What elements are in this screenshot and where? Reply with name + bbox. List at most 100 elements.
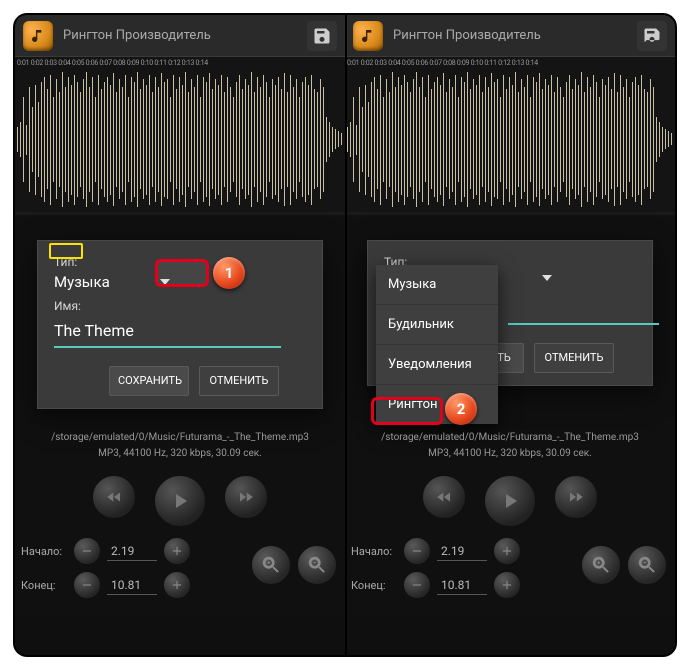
name-label: Имя:: [54, 299, 306, 313]
dropdown-opt-alarm[interactable]: Будильник: [376, 305, 498, 345]
screenshot-right: Рингтон Производитель 0:01 0:02 0:03 0:0…: [345, 15, 675, 655]
app-topbar: Рингтон Производитель: [15, 15, 345, 57]
waveform-graphic: [15, 67, 345, 212]
zoom-in-icon: [260, 554, 282, 576]
type-label: Тип:: [54, 255, 306, 269]
minus-icon: [80, 578, 94, 592]
play-icon: [168, 489, 192, 513]
rewind-icon: [434, 488, 454, 506]
screenshot-left: Рингтон Производитель 0:01 0:02 0:03 0:0…: [15, 15, 345, 655]
file-path: /storage/emulated/0/Music/Futurama_-_The…: [15, 430, 345, 446]
trim-start-row: Начало: 2.19: [21, 537, 191, 565]
file-info: /storage/emulated/0/Music/Futurama_-_The…: [345, 430, 675, 462]
zoom-controls: [251, 545, 337, 585]
trim-start-minus[interactable]: [73, 537, 101, 565]
trim-start-minus[interactable]: [403, 537, 431, 565]
app-icon: [23, 21, 53, 51]
rewind-button[interactable]: [92, 475, 136, 519]
save-button[interactable]: [637, 21, 667, 51]
timeline: 0:01 0:02 0:03 0:04 0:05 0:06 0:07 0:08 …: [15, 57, 345, 67]
app-title: Рингтон Производитель: [63, 28, 307, 43]
bottom-bar: [15, 615, 345, 655]
trim-end-label: Конец:: [21, 579, 67, 592]
zoom-controls: [581, 545, 667, 585]
save-button[interactable]: [307, 21, 337, 51]
trim-end-row: Конец: 10.81: [351, 571, 521, 599]
trim-start-plus[interactable]: [493, 537, 521, 565]
chevron-down-icon: [542, 275, 552, 281]
save-dialog-cancel[interactable]: ОТМЕНИТЬ: [534, 343, 614, 373]
forward-icon: [566, 488, 586, 506]
trim-end-row: Конец: 10.81: [21, 571, 191, 599]
type-dropdown[interactable]: [150, 279, 180, 285]
trim-start-value[interactable]: 2.19: [107, 542, 157, 561]
save-icon: [312, 26, 332, 46]
type-dropdown-menu: Музыка Будильник Уведомления Рингтон: [376, 265, 498, 424]
forward-button[interactable]: [224, 475, 268, 519]
zoom-out-button[interactable]: [297, 545, 337, 585]
dropdown-opt-ringtone[interactable]: Рингтон: [376, 385, 498, 424]
app-icon: [353, 21, 383, 51]
plus-icon: [170, 544, 184, 558]
note-icon: [360, 28, 376, 44]
trim-end-minus[interactable]: [403, 571, 431, 599]
trim-start-row: Начало: 2.19: [351, 537, 521, 565]
save-icon: [642, 26, 662, 46]
save-dialog-save[interactable]: СОХРАНИТЬ: [109, 366, 189, 396]
bottom-bar: [345, 615, 675, 655]
play-button[interactable]: [154, 475, 206, 527]
transport-controls: [15, 471, 345, 527]
waveform-graphic: [345, 67, 675, 212]
panel-divider: [345, 15, 347, 655]
forward-icon: [236, 488, 256, 506]
zoom-out-icon: [636, 554, 658, 576]
plus-icon: [170, 578, 184, 592]
play-button[interactable]: [484, 475, 536, 527]
app-title: Рингтон Производитель: [393, 28, 637, 43]
trim-end-value[interactable]: 10.81: [437, 576, 487, 595]
name-input[interactable]: The Theme: [54, 317, 281, 348]
minus-icon: [80, 544, 94, 558]
timeline: 0:01 0:02 0:03 0:04 0:05 0:06 0:07 0:08 …: [345, 57, 675, 67]
app-topbar: Рингтон Производитель: [345, 15, 675, 57]
transport-controls: [345, 471, 675, 527]
trim-end-plus[interactable]: [493, 571, 521, 599]
plus-icon: [500, 578, 514, 592]
note-icon: [30, 28, 46, 44]
plus-icon: [500, 544, 514, 558]
zoom-out-icon: [306, 554, 328, 576]
trim-end-value[interactable]: 10.81: [107, 576, 157, 595]
trim-start-label: Начало:: [351, 545, 397, 558]
trim-start-value[interactable]: 2.19: [437, 542, 487, 561]
save-dialog: Тип: ТЬ ОТМЕНИТЬ Музыка Будильник Уведом…: [367, 240, 653, 386]
zoom-in-button[interactable]: [251, 545, 291, 585]
name-input-underline: [508, 323, 659, 325]
save-dialog: Тип: Музыка Имя: The Theme СОХРАНИТЬ ОТМ…: [37, 240, 323, 409]
file-meta: MP3, 44100 Hz, 320 kbps, 30.09 сек.: [15, 446, 345, 462]
waveform[interactable]: [345, 67, 675, 212]
minus-icon: [410, 578, 424, 592]
rewind-icon: [104, 488, 124, 506]
chevron-down-icon: [160, 279, 170, 285]
dropdown-opt-music[interactable]: Музыка: [376, 265, 498, 305]
file-path: /storage/emulated/0/Music/Futurama_-_The…: [345, 430, 675, 446]
waveform[interactable]: [15, 67, 345, 212]
rewind-button[interactable]: [422, 475, 466, 519]
trim-end-minus[interactable]: [73, 571, 101, 599]
trim-start-plus[interactable]: [163, 537, 191, 565]
forward-button[interactable]: [554, 475, 598, 519]
zoom-out-button[interactable]: [627, 545, 667, 585]
zoom-in-icon: [590, 554, 612, 576]
file-meta: MP3, 44100 Hz, 320 kbps, 30.09 сек.: [345, 446, 675, 462]
save-dialog-cancel[interactable]: ОТМЕНИТЬ: [199, 366, 279, 396]
zoom-in-button[interactable]: [581, 545, 621, 585]
trim-end-plus[interactable]: [163, 571, 191, 599]
tutorial-frame: Рингтон Производитель 0:01 0:02 0:03 0:0…: [13, 13, 677, 657]
file-info: /storage/emulated/0/Music/Futurama_-_The…: [15, 430, 345, 462]
dropdown-opt-notification[interactable]: Уведомления: [376, 345, 498, 385]
trim-end-label: Конец:: [351, 579, 397, 592]
type-dropdown[interactable]: [532, 275, 562, 281]
trim-start-label: Начало:: [21, 545, 67, 558]
type-value: Музыка: [54, 271, 110, 293]
play-icon: [498, 489, 522, 513]
